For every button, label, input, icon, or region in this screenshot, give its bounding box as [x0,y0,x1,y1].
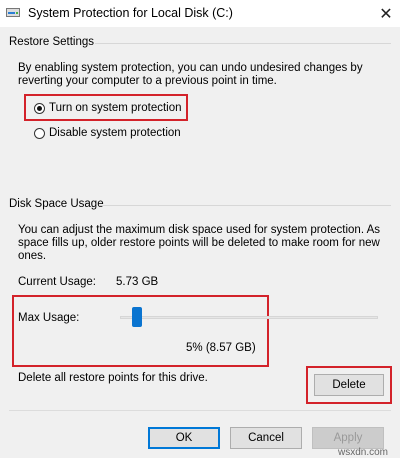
delete-button[interactable]: Delete [314,374,384,396]
disk-space-description: You can adjust the maximum disk space us… [18,224,381,262]
radio-unselected-icon[interactable] [34,127,45,139]
close-button[interactable]: ✕ [372,0,400,27]
restore-settings-description: By enabling system protection, you can u… [18,62,363,87]
title-bar: System Protection for Local Disk (C:) ✕ [0,0,400,27]
max-usage-slider-thumb[interactable] [132,307,142,327]
radio-selected-icon[interactable] [34,102,45,114]
ok-button[interactable]: OK [148,427,220,449]
radio-disable[interactable]: Disable system protection [34,127,181,139]
current-usage-value: 5.73 GB [116,276,159,288]
close-icon: ✕ [379,5,393,23]
delete-description: Delete all restore points for this drive… [18,372,208,384]
watermark: wsxdn.com [338,447,389,458]
restore-settings-divider [95,43,391,44]
restore-settings-label: Restore Settings [9,36,95,48]
window-title: System Protection for Local Disk (C:) [28,6,233,20]
disk-space-divider [99,205,391,206]
drive-icon [6,8,20,17]
bottom-divider [9,410,391,411]
max-usage-slider-track[interactable] [120,316,378,319]
disk-space-label: Disk Space Usage [9,198,104,210]
max-usage-value: 5% (8.57 GB) [186,342,256,354]
cancel-button[interactable]: Cancel [230,427,302,449]
apply-button[interactable]: Apply [312,427,384,449]
current-usage-label: Current Usage: [18,276,96,288]
radio-disable-label: Disable system protection [49,127,181,139]
max-usage-label: Max Usage: [18,312,80,324]
radio-turn-on-label: Turn on system protection [49,102,182,114]
max-usage-highlight [12,295,269,367]
radio-turn-on[interactable]: Turn on system protection [34,102,182,114]
